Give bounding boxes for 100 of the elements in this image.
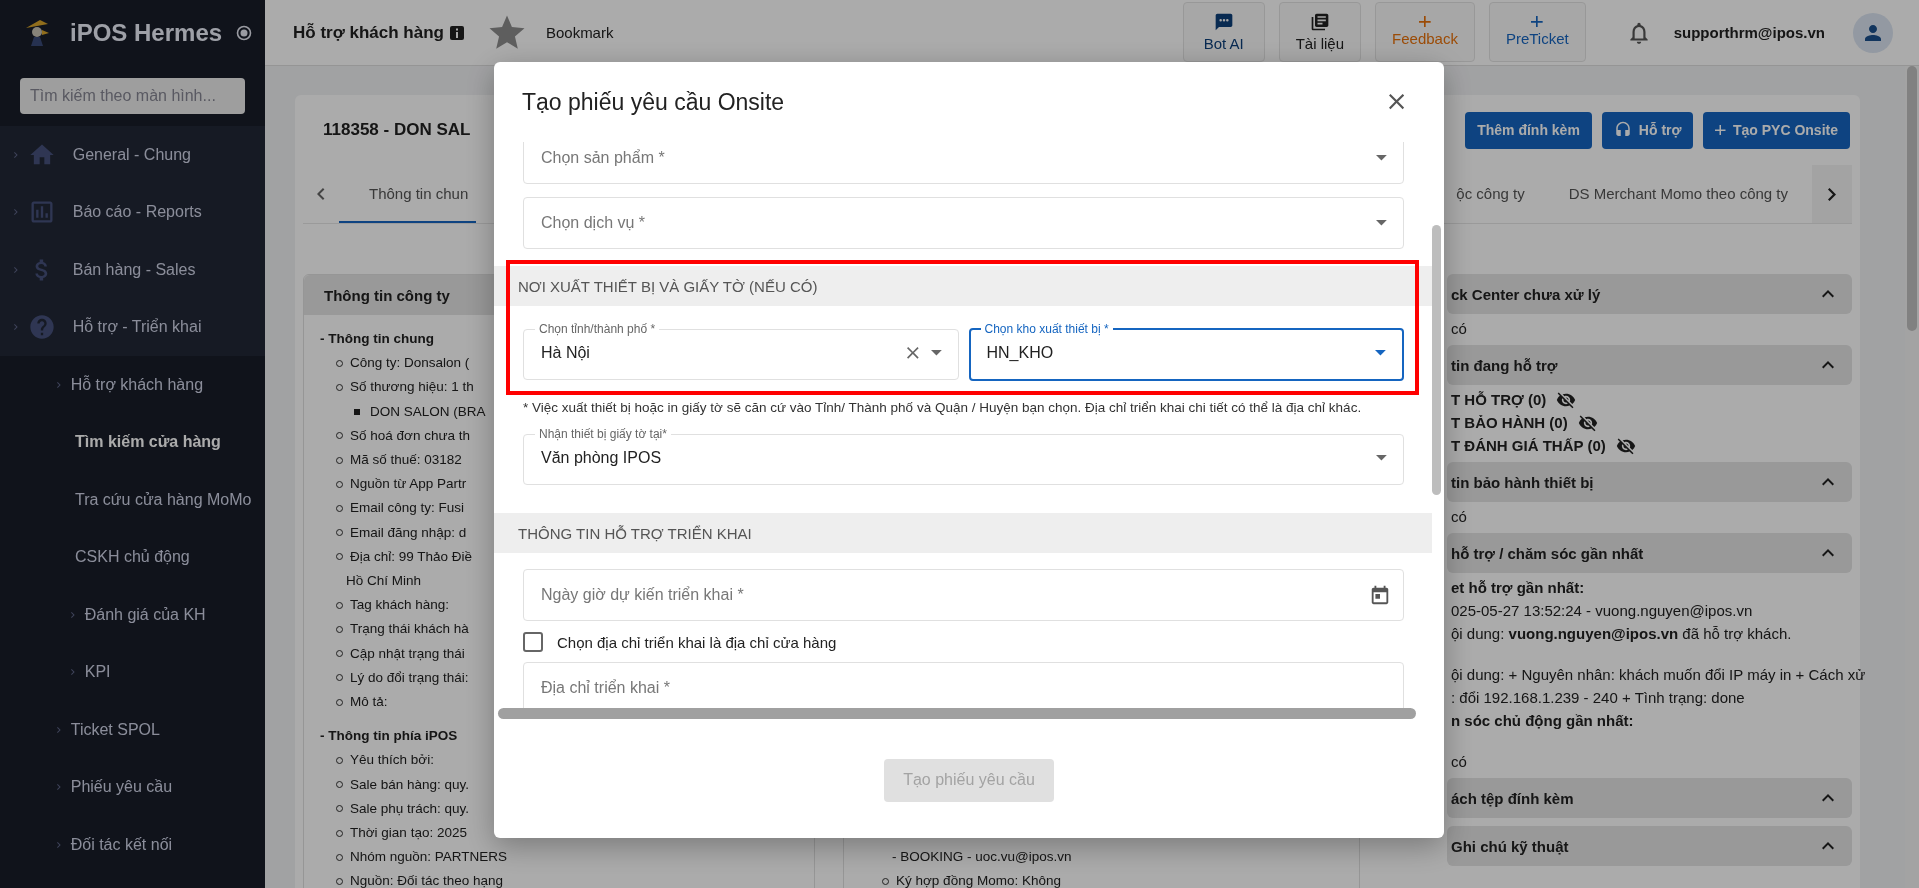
search-field[interactable]: Tìm kiếm theo màn hình... bbox=[20, 78, 245, 114]
sidebar-item[interactable]: Đánh giá của KH bbox=[0, 586, 265, 644]
helper-text: * Việc xuất thiết bị hoặc in giấy tờ sẽ căn cứ vào Tỉnh/ Thành phố và Quận / Huyện bạn chọn. Địa chỉ triển khai chi tiết có thể là địa chỉ khác. bbox=[523, 399, 1363, 417]
tab[interactable]: DS Merchant Momo theo công ty bbox=[1544, 165, 1812, 223]
avatar-button[interactable] bbox=[1853, 12, 1893, 53]
bookmark-label[interactable]: Bookmark bbox=[545, 24, 614, 41]
close-icon bbox=[1388, 94, 1404, 110]
tab[interactable]: ộc công ty bbox=[1452, 165, 1545, 223]
toolbar-button[interactable]: PreTicket bbox=[1488, 1, 1586, 62]
action-button[interactable]: Hỗ trợ bbox=[1601, 111, 1694, 149]
section-header[interactable]: ách tệp đính kèm bbox=[1447, 778, 1852, 818]
caret-icon[interactable] bbox=[1375, 350, 1386, 356]
sidebar-item[interactable]: General - Chung bbox=[0, 126, 265, 184]
select-field[interactable]: Chọn tỉnh/thành phố * Hà Nội bbox=[523, 322, 959, 380]
toolbar-button[interactable]: Bot AI bbox=[1182, 1, 1265, 62]
field-input[interactable]: Văn phòng IPOS bbox=[541, 441, 1365, 475]
page-title: Hỗ trợ khách hàng bbox=[293, 22, 444, 43]
section-header[interactable]: tin đang hỗ trợ bbox=[1447, 345, 1852, 385]
info-text: Trạng thái khách hà bbox=[350, 620, 469, 639]
select-field[interactable]: Nhận thiết bị giấy tờ tại* Văn phòng IPOS bbox=[523, 427, 1404, 485]
plus-icon bbox=[1715, 124, 1726, 136]
info-text: Số hoá đơn chưa th bbox=[350, 426, 470, 445]
info-text: Lý do đổi trạng thái: bbox=[350, 668, 469, 687]
select-field[interactable]: Chọn kho xuất thiết bị * HN_KHO bbox=[968, 322, 1404, 381]
caret-icon[interactable] bbox=[1376, 155, 1387, 161]
field-input[interactable]: Chọn sản phẩm * bbox=[541, 149, 1365, 167]
floating-label: Nhận thiết bị giấy tờ tại* bbox=[538, 427, 668, 441]
sidebar-item[interactable]: Ticket SPOL bbox=[0, 701, 265, 759]
info-text: ội dung: vuong.nguyen@ipos.vn đã hỗ trợ khách. bbox=[1451, 624, 1792, 644]
info-text: Mô tả: bbox=[350, 693, 388, 712]
dialog-title: Tạo phiếu yêu cầu Onsite bbox=[522, 88, 786, 116]
sidebar-item[interactable]: Báo cáo - Reports bbox=[0, 183, 265, 241]
record-title: 118358 - DON SAL bbox=[323, 120, 471, 140]
sidebar-item[interactable]: Phiếu yêu cầu bbox=[0, 758, 265, 816]
floating-label: Chọn tỉnh/thành phố * bbox=[538, 322, 657, 336]
caret-icon[interactable] bbox=[1376, 220, 1387, 226]
info-text: Nguồn: Đối tác theo hạng bbox=[350, 872, 504, 888]
info-text: Nhóm nguồn: PARTNERS bbox=[350, 848, 508, 867]
action-button[interactable]: Thêm đính kèm bbox=[1465, 111, 1592, 149]
info-text: ội dung: + Nguyên nhân: khách muốn đổi IP máy in + Cách xử bbox=[1451, 665, 1866, 685]
field-input[interactable]: Hà Nội bbox=[541, 336, 899, 370]
info-text: Tag khách hàng: bbox=[350, 596, 450, 615]
toolbar-button[interactable]: Tài liệu bbox=[1278, 1, 1362, 62]
section-header[interactable]: Ghi chú kỹ thuật bbox=[1447, 826, 1852, 866]
floating-label: Chọn kho xuất thiết bị * bbox=[983, 322, 1110, 336]
sidebar-item[interactable]: Tìm kiếm cửa hàng bbox=[0, 413, 265, 471]
info-text: Yêu thích bởi: bbox=[350, 751, 434, 770]
sidebar-item[interactable]: Đối tác kết nối bbox=[0, 816, 265, 874]
info-text: Sale phụ trách: quy. bbox=[350, 799, 470, 818]
field-input[interactable]: Chọn dịch vụ * bbox=[541, 214, 1365, 232]
info-text: Hồ Chí Minh bbox=[346, 572, 422, 591]
info-text: Nguồn từ App Partr bbox=[350, 475, 467, 494]
info-text: Công ty: Donsalon ( bbox=[350, 354, 470, 373]
info-text: et hỗ trợ gần nhất: bbox=[1451, 578, 1585, 598]
section-header[interactable]: tin bảo hành thiết bị bbox=[1447, 462, 1852, 502]
user-email: supporthrm@ipos.vn bbox=[1673, 24, 1825, 41]
field-input[interactable]: Ngày giờ dự kiến triển khai * bbox=[541, 586, 1361, 604]
select-field[interactable]: Chọn sản phẩm * bbox=[523, 142, 1404, 184]
sidebar-item[interactable]: Hỗ trợ khách hàng bbox=[0, 356, 265, 414]
info-text: - Thông tin chung bbox=[320, 330, 434, 348]
sidebar-item[interactable]: CSKH chủ động bbox=[0, 528, 265, 586]
info-text: DON SALON (BRA bbox=[370, 402, 486, 421]
info-text: T ĐÁNH GIÁ THẤP (0) bbox=[1451, 436, 1606, 456]
sidebar-item[interactable]: Tra cứu cửa hàng MoMo bbox=[0, 471, 265, 529]
checkbox[interactable] bbox=[523, 632, 543, 652]
info-text: : đổi 192.168.1.239 - 240 + Tình trạng: done bbox=[1451, 688, 1745, 708]
info-text: Địa chỉ: 99 Thảo Điề bbox=[350, 547, 473, 566]
info-text: có bbox=[1451, 319, 1467, 339]
section-header: NƠI XUẤT THIẾT BỊ VÀ GIẤY TỜ (NẾU CÓ) bbox=[494, 266, 1432, 306]
section-header[interactable]: ck Center chưa xử lý bbox=[1447, 274, 1852, 314]
info-text: Ký hợp đồng Momo: Không bbox=[896, 872, 1061, 888]
chevron-left-icon bbox=[317, 188, 325, 200]
horizontal-scrollbar[interactable] bbox=[498, 708, 1416, 719]
info-text: T BẢO HÀNH (0) bbox=[1451, 413, 1568, 433]
sidebar-item[interactable]: KPI bbox=[0, 643, 265, 701]
section-header[interactable]: hỗ trợ / chăm sóc gần nhất bbox=[1447, 533, 1852, 573]
info-text: 025-05-27 13:52:24 - vuong.nguyen@ipos.vn bbox=[1451, 601, 1753, 621]
plus-icon bbox=[1419, 15, 1431, 28]
field-input[interactable]: HN_KHO bbox=[986, 336, 1364, 370]
plus-icon bbox=[1531, 15, 1544, 28]
date-field[interactable]: Ngày giờ dự kiến triển khai * bbox=[523, 569, 1404, 621]
select-field[interactable]: Chọn dịch vụ * bbox=[523, 197, 1404, 249]
page-scrollbar[interactable] bbox=[1907, 66, 1917, 331]
info-icon[interactable] bbox=[449, 25, 464, 40]
clear-icon[interactable] bbox=[907, 347, 919, 359]
vertical-scrollbar[interactable] bbox=[1432, 225, 1441, 495]
sidebar-item[interactable]: Hỗ trợ - Triển khai bbox=[0, 298, 265, 356]
info-text: có bbox=[1451, 752, 1467, 772]
info-text: Sale bán hàng: quy. bbox=[350, 775, 470, 794]
book-icon bbox=[1309, 11, 1330, 32]
caret-icon[interactable] bbox=[1376, 455, 1387, 461]
action-button[interactable]: Tạo PYC Onsite bbox=[1703, 111, 1850, 149]
sidebar-item[interactable]: Bán hàng - Sales bbox=[0, 241, 265, 299]
caret-icon[interactable] bbox=[930, 350, 942, 356]
radio-icon[interactable] bbox=[236, 25, 253, 41]
tab[interactable]: Thông tin chun bbox=[339, 165, 477, 223]
field-input[interactable]: Địa chỉ triển khai * bbox=[541, 679, 1391, 697]
help-icon bbox=[27, 313, 56, 342]
close-button[interactable] bbox=[1388, 94, 1404, 110]
calendar-icon[interactable] bbox=[1369, 584, 1391, 606]
